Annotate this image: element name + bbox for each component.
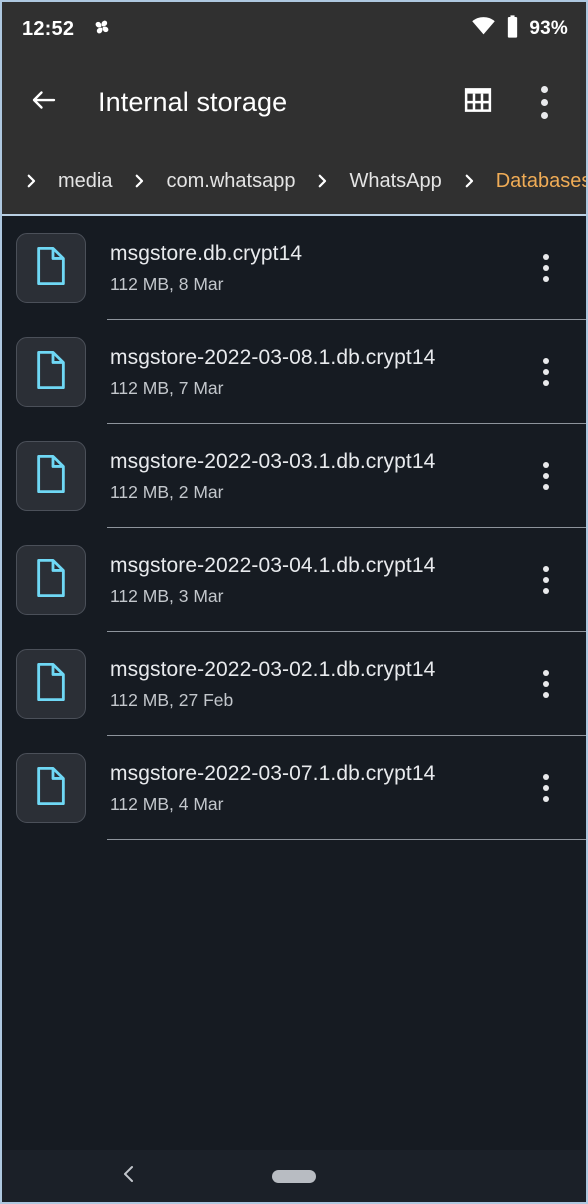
wifi-icon [471,14,496,44]
document-file-icon [34,662,68,707]
status-bar-right: 93% [471,14,568,44]
file-icon-tile [16,337,86,407]
file-meta: 112 MB, 7 Mar [110,377,224,398]
overflow-menu-icon [543,254,549,282]
phone-screen: 12:52 93% Internal storage media com.wha… [0,0,588,1204]
document-file-icon [34,766,68,811]
file-icon-tile [16,441,86,511]
breadcrumb-item-com-whatsapp[interactable]: com.whatsapp [154,166,307,197]
file-info: msgstore-2022-03-07.1.db.crypt14 112 MB,… [110,736,518,840]
file-name: msgstore-2022-03-08.1.db.crypt14 [110,345,436,369]
chevron-right-icon [454,172,484,190]
file-meta: 112 MB, 4 Mar [110,793,224,814]
grid-view-icon [463,85,493,120]
row-overflow-button[interactable] [524,632,568,736]
file-list: msgstore.db.crypt14 112 MB, 8 Mar msgsto… [2,216,586,1150]
file-name: msgstore.db.crypt14 [110,241,303,265]
grid-view-button[interactable] [456,80,500,124]
back-button[interactable] [24,82,64,122]
file-icon-tile [16,649,86,719]
list-item[interactable]: msgstore-2022-03-04.1.db.crypt14 112 MB,… [2,528,586,632]
app-bar: Internal storage [2,56,586,148]
status-clock: 12:52 [22,17,75,40]
row-overflow-button[interactable] [524,528,568,632]
row-divider [107,839,586,840]
file-meta: 112 MB, 2 Mar [110,481,224,502]
overflow-menu-button[interactable] [522,80,566,124]
status-bar-left: 12:52 [22,15,114,44]
file-info: msgstore-2022-03-04.1.db.crypt14 112 MB,… [110,528,518,632]
overflow-menu-icon [543,670,549,698]
status-bar: 12:52 93% [2,2,586,56]
nav-home-pill[interactable] [272,1169,316,1183]
back-arrow-icon [29,85,59,120]
document-file-icon [34,558,68,603]
document-file-icon [34,246,68,291]
list-item[interactable]: msgstore.db.crypt14 112 MB, 8 Mar [2,216,586,320]
chevron-right-icon [307,172,337,190]
document-file-icon [34,350,68,395]
overflow-menu-icon [543,462,549,490]
file-meta: 112 MB, 27 Feb [110,689,234,710]
list-item[interactable]: msgstore-2022-03-02.1.db.crypt14 112 MB,… [2,632,586,736]
pinwheel-icon [90,15,114,44]
file-name: msgstore-2022-03-03.1.db.crypt14 [110,449,436,473]
file-name: msgstore-2022-03-02.1.db.crypt14 [110,657,436,681]
file-info: msgstore.db.crypt14 112 MB, 8 Mar [110,216,518,320]
battery-icon [505,14,520,44]
file-info: msgstore-2022-03-03.1.db.crypt14 112 MB,… [110,424,518,528]
row-overflow-button[interactable] [524,216,568,320]
nav-back-icon [117,1162,141,1191]
breadcrumb-item-whatsapp[interactable]: WhatsApp [337,166,453,197]
overflow-menu-icon [543,566,549,594]
file-icon-tile [16,753,86,823]
file-info: msgstore-2022-03-02.1.db.crypt14 112 MB,… [110,632,518,736]
overflow-menu-icon [543,358,549,386]
page-title: Internal storage [98,86,288,117]
list-item[interactable]: msgstore-2022-03-08.1.db.crypt14 112 MB,… [2,320,586,424]
overflow-menu-icon [540,85,548,119]
file-meta: 112 MB, 3 Mar [110,585,224,606]
document-file-icon [34,454,68,499]
breadcrumb: media com.whatsapp WhatsApp Databases [2,148,586,216]
row-overflow-button[interactable] [524,320,568,424]
file-icon-tile [16,233,86,303]
breadcrumb-item-databases[interactable]: Databases [484,166,586,197]
chevron-right-icon [124,172,154,190]
nav-back-button[interactable] [112,1159,146,1193]
file-meta: 112 MB, 8 Mar [110,273,224,294]
overflow-menu-icon [543,774,549,802]
row-overflow-button[interactable] [524,736,568,840]
list-item[interactable]: msgstore-2022-03-07.1.db.crypt14 112 MB,… [2,736,586,840]
file-name: msgstore-2022-03-07.1.db.crypt14 [110,761,436,785]
file-icon-tile [16,545,86,615]
list-item[interactable]: msgstore-2022-03-03.1.db.crypt14 112 MB,… [2,424,586,528]
breadcrumb-item-media[interactable]: media [46,166,124,197]
file-name: msgstore-2022-03-04.1.db.crypt14 [110,553,436,577]
file-info: msgstore-2022-03-08.1.db.crypt14 112 MB,… [110,320,518,424]
system-nav-bar [2,1150,586,1202]
chevron-right-icon [16,172,46,190]
battery-percent: 93% [529,18,568,39]
row-overflow-button[interactable] [524,424,568,528]
